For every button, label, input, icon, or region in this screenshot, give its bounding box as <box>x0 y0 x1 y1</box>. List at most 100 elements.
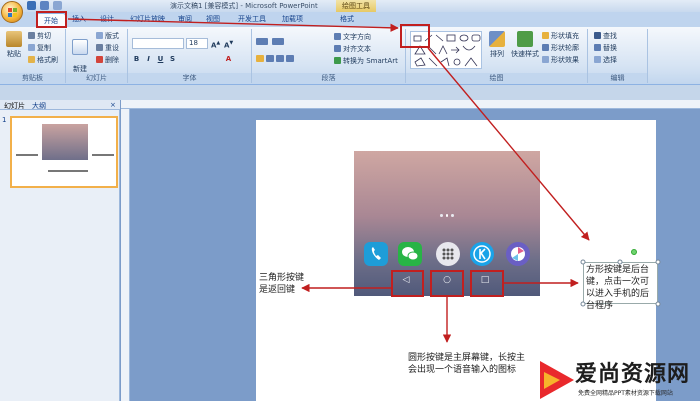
thumbnail-text-left <box>16 154 38 156</box>
underline-button[interactable]: U <box>156 55 165 63</box>
effects-icon <box>542 56 549 63</box>
annotation-home-key: 圆形按键是主屏幕键，长按主 会出现一个语音输入的图标 <box>408 353 526 375</box>
save-icon[interactable] <box>27 1 36 10</box>
delete-icon <box>96 56 103 63</box>
office-button[interactable] <box>1 1 23 23</box>
vertical-ruler <box>121 109 130 401</box>
slide-thumbnail[interactable] <box>10 116 118 188</box>
layout-button[interactable]: 版式 <box>96 32 119 41</box>
tab-design[interactable]: 设计 <box>100 14 114 24</box>
shapes-highlight <box>400 24 430 48</box>
quick-styles-button[interactable]: 快速样式 <box>510 31 540 59</box>
layout-icon <box>96 32 103 39</box>
watermark-title: 爱尚资源网 <box>575 361 691 387</box>
pen-icon <box>542 44 549 51</box>
tab-format[interactable]: 格式 <box>340 14 354 24</box>
undo-icon[interactable] <box>40 1 49 10</box>
title-bar: 演示文稿1 [兼容模式] - Microsoft PowerPoint 绘图工具 <box>0 0 700 12</box>
watermark-subtitle: 免费全网精品PPT素材资源下载网站 <box>578 390 673 397</box>
reset-button[interactable]: 重设 <box>96 44 119 53</box>
annotation-recent-key[interactable]: 方形按键是后台键，点击一次可以进入手机的后台程序 <box>583 262 658 311</box>
drawing-label: 绘图 <box>406 73 587 83</box>
shape-fill-button[interactable]: 形状填充 <box>542 32 579 41</box>
tab-addins[interactable]: 加载项 <box>282 14 303 24</box>
smartart-icon <box>334 57 341 64</box>
kugou-app-icon <box>470 242 494 266</box>
scissors-icon <box>28 32 35 39</box>
editing-label: 编辑 <box>588 73 647 83</box>
align-buttons[interactable] <box>256 55 296 64</box>
replace-button[interactable]: 替换 <box>594 44 617 53</box>
clipboard-group: 粘贴 剪切 复制 格式刷 剪贴板 <box>0 29 66 83</box>
bullets-button[interactable] <box>256 38 270 47</box>
fill-bucket-icon <box>542 32 549 39</box>
font-size-combo[interactable]: 18 <box>186 38 208 49</box>
tab-view[interactable]: 视图 <box>206 14 220 24</box>
clipboard-icon <box>6 31 22 47</box>
arrange-icon <box>489 31 505 47</box>
paragraph-group: 文字方向 对齐文本 转换为 SmartArt 段落 <box>252 29 406 83</box>
page-indicator <box>440 214 455 217</box>
select-button[interactable]: 选择 <box>594 56 617 65</box>
tab-review[interactable]: 审阅 <box>178 14 192 24</box>
thumbnail-text-right <box>92 154 114 156</box>
ribbon: 粘贴 剪切 复制 格式刷 剪贴板 新建 幻灯片 版式 重设 删除 幻灯片 18 … <box>0 27 700 85</box>
align-text-button[interactable]: 对齐文本 <box>334 45 371 54</box>
text-direction-icon <box>334 33 341 40</box>
binoculars-icon <box>594 32 601 39</box>
strikethrough-button[interactable]: S <box>168 55 177 63</box>
paragraph-label: 段落 <box>252 73 405 83</box>
back-key-highlight <box>391 270 424 297</box>
horizontal-ruler <box>121 100 700 109</box>
paste-button[interactable]: 粘贴 <box>3 31 25 59</box>
align-right-icon <box>276 55 284 62</box>
numbering-button[interactable] <box>272 38 286 47</box>
smartart-button[interactable]: 转换为 SmartArt <box>334 57 398 66</box>
arrange-button[interactable]: 排列 <box>486 31 508 59</box>
font-name-combo[interactable] <box>132 38 184 49</box>
quick-styles-icon <box>517 31 533 47</box>
delete-slide-button[interactable]: 删除 <box>96 56 119 65</box>
contextual-tools-label: 绘图工具 <box>336 0 376 12</box>
brush-icon <box>28 56 35 63</box>
text-direction-button[interactable]: 文字方向 <box>334 33 371 42</box>
quick-access-toolbar <box>27 1 62 11</box>
replace-icon <box>594 44 601 51</box>
align-left-icon <box>256 55 264 62</box>
recent-key-highlight <box>470 270 504 297</box>
photos-app-icon <box>506 242 530 266</box>
shrink-font-button[interactable]: A▼ <box>224 39 233 49</box>
thumbnail-text-bottom <box>48 170 88 172</box>
phone-app-icon <box>364 242 388 266</box>
align-text-icon <box>334 45 341 52</box>
find-button[interactable]: 查找 <box>594 32 617 41</box>
font-label: 字体 <box>128 73 251 83</box>
bold-button[interactable]: B <box>132 55 141 63</box>
format-painter-button[interactable]: 格式刷 <box>28 56 58 65</box>
tab-insert[interactable]: 插入 <box>72 14 86 24</box>
cut-button[interactable]: 剪切 <box>28 32 51 41</box>
thumbnail-pane: 1 <box>0 110 120 401</box>
close-panel-icon[interactable]: × <box>110 101 116 109</box>
app-drawer-icon <box>436 242 460 266</box>
editing-group: 查找 替换 选择 编辑 <box>588 29 648 83</box>
thumbnail-phone-image <box>42 124 88 160</box>
redo-icon[interactable] <box>53 1 62 10</box>
slides-group: 新建 幻灯片 版式 重设 删除 幻灯片 <box>66 29 128 83</box>
copy-button[interactable]: 复制 <box>28 44 51 53</box>
reset-icon <box>96 44 103 51</box>
grow-font-button[interactable]: A▲ <box>211 39 220 49</box>
shape-effects-button[interactable]: 形状效果 <box>542 56 579 65</box>
wechat-app-icon <box>398 242 422 266</box>
tab-developer[interactable]: 开发工具 <box>238 14 266 24</box>
font-group: 18 A▲ A▼ B I U S A 字体 <box>128 29 252 83</box>
shape-outline-button[interactable]: 形状轮廓 <box>542 44 579 53</box>
bullets-icon <box>256 38 268 45</box>
tab-slideshow[interactable]: 幻灯片放映 <box>130 14 165 24</box>
copy-icon <box>28 44 35 51</box>
font-color-button[interactable]: A <box>224 55 233 63</box>
home-tab-highlight <box>36 11 67 28</box>
home-key-highlight <box>430 270 464 297</box>
office-logo-icon <box>8 8 17 17</box>
italic-button[interactable]: I <box>144 55 153 63</box>
